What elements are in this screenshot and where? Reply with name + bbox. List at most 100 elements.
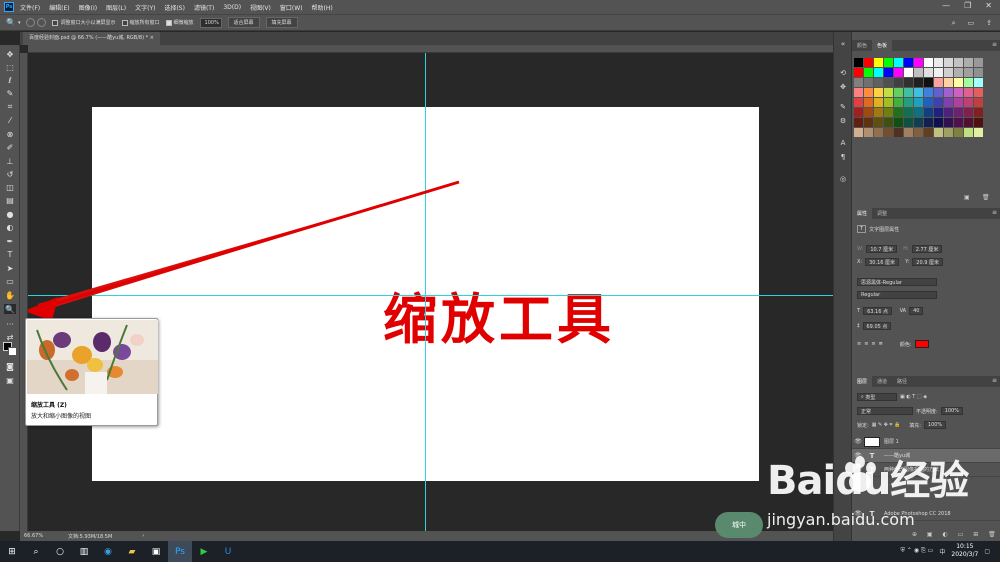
- browser-icon[interactable]: ◉: [96, 541, 120, 562]
- color-swatch[interactable]: [974, 88, 983, 97]
- ime-indicator[interactable]: 中: [939, 547, 945, 556]
- dodge-tool-icon[interactable]: ◐: [4, 222, 16, 232]
- color-swatch[interactable]: [874, 98, 883, 107]
- color-swatch[interactable]: [944, 88, 953, 97]
- zoom-value-field[interactable]: 100%: [199, 17, 222, 28]
- color-swatch[interactable]: [954, 58, 963, 67]
- minimize-icon[interactable]: —: [942, 1, 950, 10]
- file-explorer-icon[interactable]: ▰: [120, 541, 144, 562]
- photoshop-taskbar-icon[interactable]: Ps: [168, 541, 192, 562]
- align-center-icon[interactable]: ≡: [864, 341, 868, 347]
- color-swatch[interactable]: [914, 118, 923, 127]
- color-swatch[interactable]: [954, 88, 963, 97]
- adjustments-panel-icon[interactable]: ⚙: [837, 116, 849, 126]
- eyedropper-tool-icon[interactable]: ⁄: [4, 115, 16, 125]
- menu-help[interactable]: 帮助(H): [312, 3, 333, 12]
- status-menu-icon[interactable]: ›: [142, 533, 144, 539]
- color-swatch[interactable]: [954, 68, 963, 77]
- color-swatch[interactable]: [864, 128, 873, 137]
- scrubby-zoom-checkbox[interactable]: [165, 19, 172, 26]
- cortana-icon[interactable]: ○: [48, 541, 72, 562]
- eraser-tool-icon[interactable]: ◫: [4, 182, 16, 192]
- color-swatch[interactable]: [924, 118, 933, 127]
- align-right-icon[interactable]: ≡: [871, 341, 875, 347]
- color-swatch[interactable]: [914, 58, 923, 67]
- app-icon[interactable]: U: [216, 541, 240, 562]
- blend-mode-select[interactable]: 正常: [857, 407, 913, 415]
- tab-properties[interactable]: 属性: [852, 208, 873, 219]
- menu-filter[interactable]: 滤镜(T): [194, 3, 214, 12]
- color-swatch[interactable]: [904, 78, 913, 87]
- align-left-icon[interactable]: ≡: [857, 341, 861, 347]
- fill-field[interactable]: 100%: [923, 421, 947, 429]
- tab-adjustments[interactable]: 调整: [872, 208, 892, 219]
- search-icon[interactable]: ⌕: [24, 541, 48, 562]
- color-swatch[interactable]: [904, 128, 913, 137]
- color-swatch[interactable]: [934, 78, 943, 87]
- justify-icon[interactable]: ≣: [879, 341, 883, 347]
- color-swatch[interactable]: [954, 98, 963, 107]
- color-swatch[interactable]: [954, 78, 963, 87]
- layer-row[interactable]: 👁 图层 1: [852, 435, 1000, 449]
- color-swatch[interactable]: [864, 108, 873, 117]
- panel-menu-icon[interactable]: ≡: [992, 209, 997, 216]
- start-windows-icon[interactable]: ⊞: [0, 541, 24, 562]
- color-swatch[interactable]: [854, 108, 863, 117]
- color-swatch[interactable]: [924, 58, 933, 67]
- color-swatch[interactable]: [974, 78, 983, 87]
- font-size-field[interactable]: 63.16 点: [863, 307, 892, 315]
- color-swatch[interactable]: [894, 88, 903, 97]
- color-swatch[interactable]: [884, 108, 893, 117]
- color-swatch[interactable]: [964, 88, 973, 97]
- color-swatch[interactable]: [944, 68, 953, 77]
- color-swatch[interactable]: [974, 128, 983, 137]
- store-icon[interactable]: ▣: [144, 541, 168, 562]
- brush-panel-icon[interactable]: ✎: [837, 102, 849, 112]
- color-swatch[interactable]: [954, 118, 963, 127]
- character-panel-icon[interactable]: A: [837, 138, 849, 148]
- color-swatch[interactable]: [854, 78, 863, 87]
- color-swatch[interactable]: [904, 88, 913, 97]
- menu-type[interactable]: 文字(Y): [135, 3, 155, 12]
- restore-icon[interactable]: ❐: [964, 1, 971, 10]
- color-swatch[interactable]: [914, 78, 923, 87]
- hand-tool-icon[interactable]: ✋: [4, 290, 16, 300]
- move-tool-icon[interactable]: ✥: [4, 49, 16, 59]
- color-swatch[interactable]: [974, 108, 983, 117]
- color-swatch[interactable]: [934, 98, 943, 107]
- color-swatch[interactable]: [934, 68, 943, 77]
- menu-3d[interactable]: 3D(D): [223, 4, 241, 11]
- color-swatch[interactable]: [914, 128, 923, 137]
- color-swatch[interactable]: [944, 108, 953, 117]
- color-swatch[interactable]: [974, 98, 983, 107]
- color-swatch[interactable]: [924, 78, 933, 87]
- color-swatch[interactable]: [884, 78, 893, 87]
- horizontal-ruler[interactable]: [28, 45, 833, 53]
- color-swatch[interactable]: [874, 118, 883, 127]
- zoom-all-option[interactable]: 缩放所有窗口: [121, 19, 160, 26]
- gradient-tool-icon[interactable]: ▤: [4, 195, 16, 205]
- zoom-level[interactable]: 66.67%: [24, 533, 60, 539]
- text-color-swatch[interactable]: [914, 340, 929, 348]
- color-swatch[interactable]: [894, 108, 903, 117]
- color-swatch[interactable]: [864, 58, 873, 67]
- visibility-eye-icon[interactable]: 👁: [852, 510, 864, 517]
- color-swatch[interactable]: [964, 128, 973, 137]
- lock-icons[interactable]: ▦ ✎ ✥ ⌗ 🔒: [872, 422, 901, 428]
- color-swatch[interactable]: [884, 58, 893, 67]
- color-swatch[interactable]: [924, 128, 933, 137]
- media-player-icon[interactable]: ▶: [192, 541, 216, 562]
- color-swatch[interactable]: [944, 98, 953, 107]
- fit-screen-button[interactable]: 适合屏幕: [227, 17, 260, 28]
- color-swatch[interactable]: [874, 78, 883, 87]
- notification-icon[interactable]: ▢: [984, 548, 990, 555]
- menu-layer[interactable]: 图层(L): [106, 3, 126, 12]
- share-icon[interactable]: ⇪: [986, 19, 992, 28]
- color-swatch[interactable]: [854, 88, 863, 97]
- color-swatch[interactable]: [934, 88, 943, 97]
- color-swatch[interactable]: [914, 88, 923, 97]
- y-field[interactable]: 20.9 厘米: [912, 258, 944, 266]
- zoom-out-icon[interactable]: [37, 18, 47, 27]
- menu-view[interactable]: 视图(V): [250, 3, 271, 12]
- color-swatch[interactable]: [904, 98, 913, 107]
